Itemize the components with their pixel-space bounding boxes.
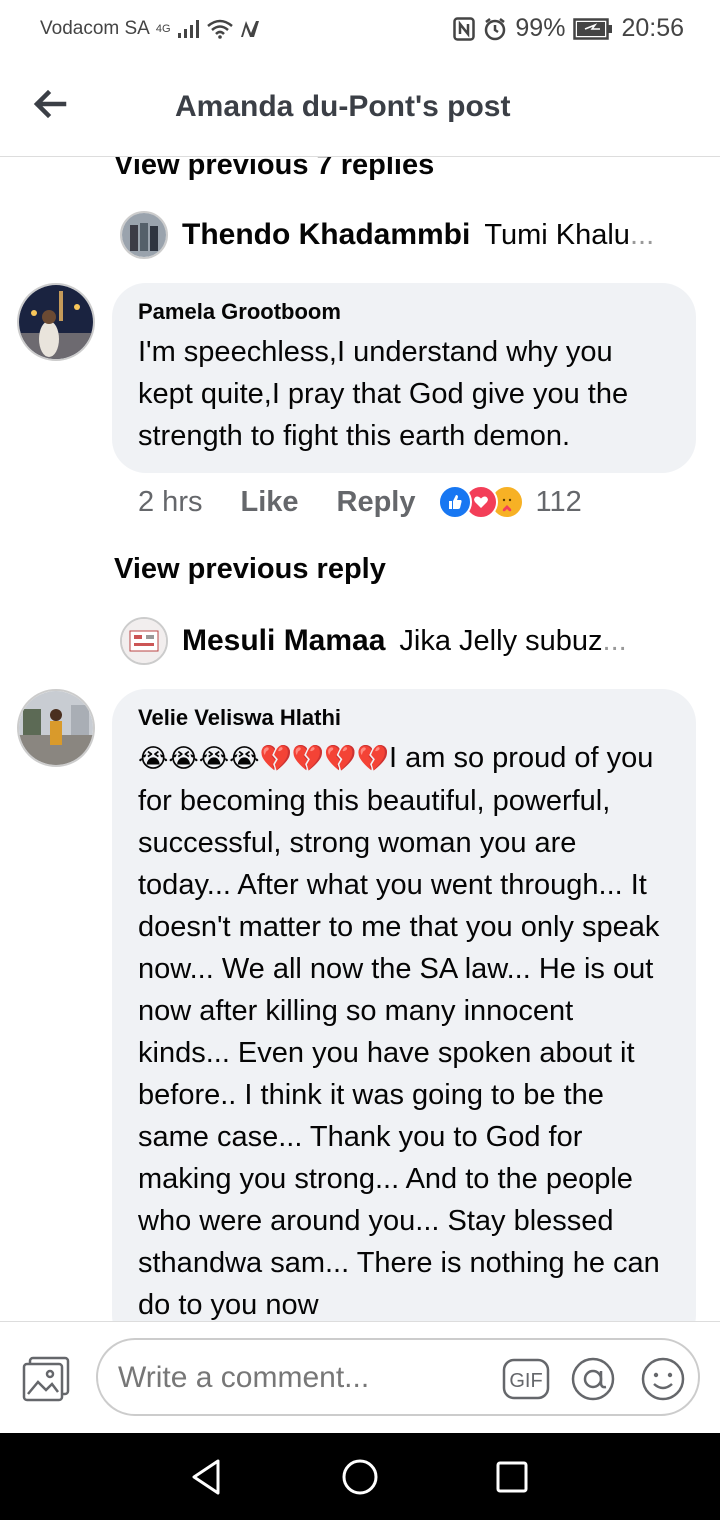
comment-bubble[interactable]: Pamela Grootboom I'm speechless,I unders… [112,283,696,473]
back-arrow-icon[interactable] [30,84,70,124]
comment-text: I'm speechless,I understand why you kept… [138,336,629,452]
reply-author-name[interactable]: Thendo Khadammbi [182,218,470,252]
network-type: 4G [155,23,171,35]
system-nav-bar [0,1433,720,1520]
comment-input-wrapper: GIF [96,1338,700,1416]
reply-snippet: Jika Jelly subuz... [399,624,627,657]
battery-percent: 99% [515,14,566,42]
alarm-icon [485,17,506,40]
comment-composer: GIF [0,1321,720,1434]
avatar[interactable] [120,617,168,665]
comment-actions: 2 hrs Like Reply 112 [138,485,582,519]
nfc-icon [453,16,476,41]
reaction-count: 112 [535,485,582,518]
comment-emojis: 😭😭😭😭💔💔💔💔 [138,744,390,774]
nav-home-icon[interactable] [338,1455,382,1499]
carrier-label: Vodacom SA [40,18,150,39]
comment-author-name[interactable]: Velie Veliswa Hlathi [138,705,670,731]
like-reaction-icon [437,485,472,519]
photo-icon[interactable] [22,1356,70,1402]
gif-button[interactable]: GIF [502,1358,550,1400]
mention-icon[interactable] [570,1356,616,1402]
reply-snippet: Tumi Khalu... [484,218,655,251]
status-bar: Vodacom SA 4G 99% 20:56 [0,0,720,62]
comment-timestamp: 2 hrs [138,485,203,518]
clock: 20:56 [621,14,684,42]
battery-icon [573,17,613,40]
view-previous-reply-link[interactable]: View previous reply [114,553,386,586]
view-previous-replies-link[interactable]: View previous 7 replies [114,157,434,182]
wifi-icon [206,19,233,39]
reply-preview[interactable]: Mesuli Mamaa Jika Jelly subuz... [120,617,627,665]
app-notification-icon [240,21,259,37]
emoji-icon[interactable] [640,1356,686,1402]
post-header: Amanda du-Pont's post [0,62,720,157]
comment-input[interactable] [116,1354,490,1402]
avatar[interactable] [17,689,95,767]
nav-back-icon[interactable] [186,1455,230,1499]
comments-thread[interactable]: View previous 7 replies Thendo Khadammbi… [0,157,720,1321]
like-button[interactable]: Like [240,486,298,519]
reply-preview[interactable]: Thendo Khadammbi Tumi Khalu... [120,211,654,259]
reply-button[interactable]: Reply [337,486,416,519]
comment-bubble[interactable]: Velie Veliswa Hlathi 😭😭😭😭💔💔💔💔I am so pro… [112,689,696,1321]
comment-text: 😭😭😭😭💔💔💔💔I am so proud of you for becomin… [138,737,670,1321]
avatar[interactable] [120,211,168,259]
avatar[interactable] [17,283,95,361]
nav-recents-icon[interactable] [490,1455,534,1499]
reply-author-name[interactable]: Mesuli Mamaa [182,624,385,658]
page-title: Amanda du-Pont's post [175,90,511,123]
comment-body: I am so proud of you for becoming this b… [138,742,660,1321]
reactions-summary[interactable]: 112 [437,485,582,519]
comment-author-name[interactable]: Pamela Grootboom [138,299,670,325]
status-left: Vodacom SA 4G [40,18,261,40]
signal-icon [177,20,199,38]
status-right: 99% 20:56 [453,14,684,43]
gif-label: GIF [509,1370,542,1392]
